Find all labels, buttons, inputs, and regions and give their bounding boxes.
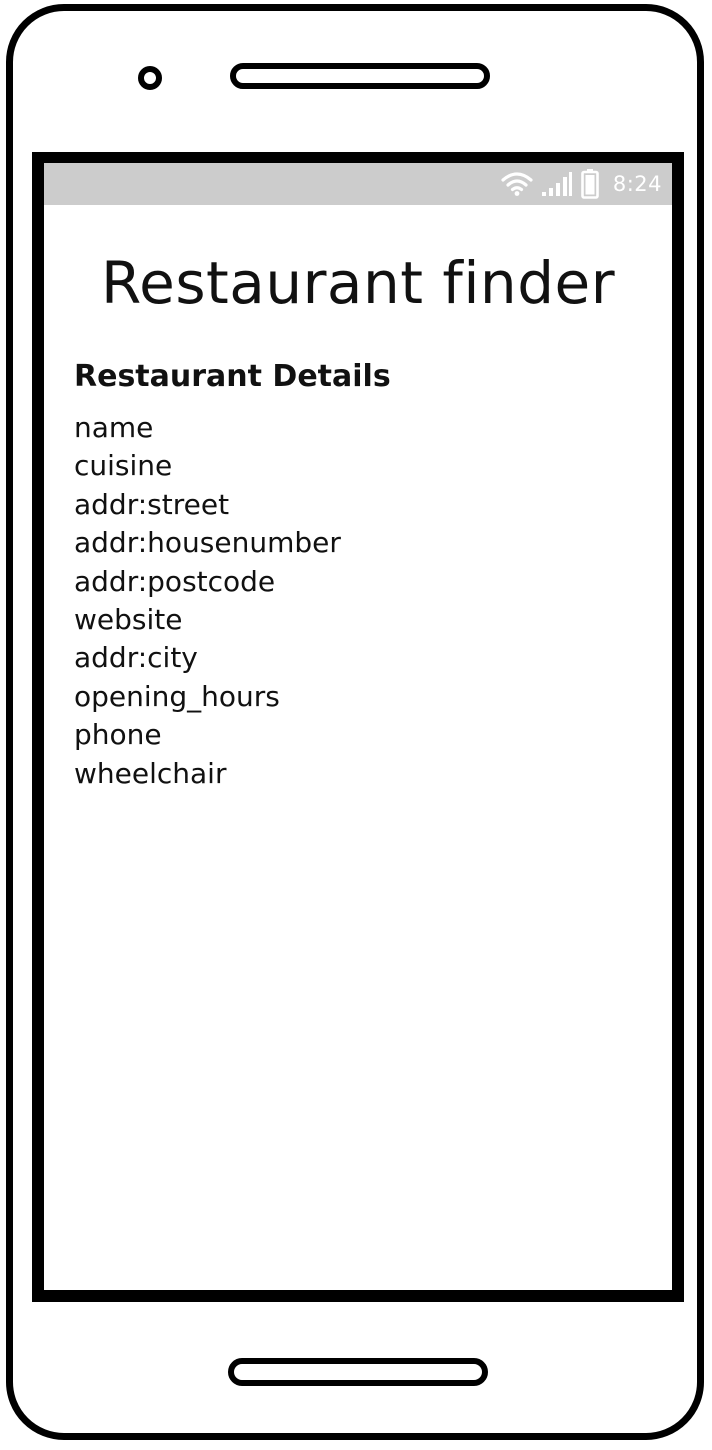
list-item: name bbox=[74, 411, 154, 444]
status-icons: 8:24 bbox=[501, 163, 662, 205]
list-item: website bbox=[74, 603, 183, 637]
wifi-icon bbox=[501, 171, 533, 197]
details-list: name cuisine addr:street addr:housenumbe… bbox=[74, 409, 672, 793]
page-title: Restaurant finder bbox=[100, 249, 616, 317]
list-item: addr:city bbox=[74, 641, 198, 675]
signal-icon bbox=[541, 171, 573, 197]
list-item: addr:housenumber bbox=[74, 526, 341, 560]
earpiece-speaker bbox=[230, 63, 490, 89]
list-item: wheelchair bbox=[74, 756, 227, 790]
list-item: cuisine bbox=[74, 449, 173, 483]
camera-icon bbox=[138, 66, 162, 90]
battery-icon bbox=[581, 169, 599, 199]
details-heading: Restaurant Details bbox=[74, 359, 391, 394]
main-content: Restaurant finder Restaurant Details nam… bbox=[44, 205, 672, 793]
list-item: addr:street bbox=[74, 487, 230, 521]
status-time: 8:24 bbox=[612, 172, 662, 196]
list-item: phone bbox=[74, 718, 162, 752]
status-bar: 8:24 bbox=[44, 163, 672, 205]
list-item: addr:postcode bbox=[74, 564, 276, 598]
list-item: opening_hours bbox=[74, 679, 280, 713]
phone-mockup: 8:24 Restaurant finder Restaurant Detail… bbox=[0, 0, 712, 1450]
bottom-speaker bbox=[228, 1358, 488, 1386]
phone-screen: 8:24 Restaurant finder Restaurant Detail… bbox=[32, 152, 684, 1302]
